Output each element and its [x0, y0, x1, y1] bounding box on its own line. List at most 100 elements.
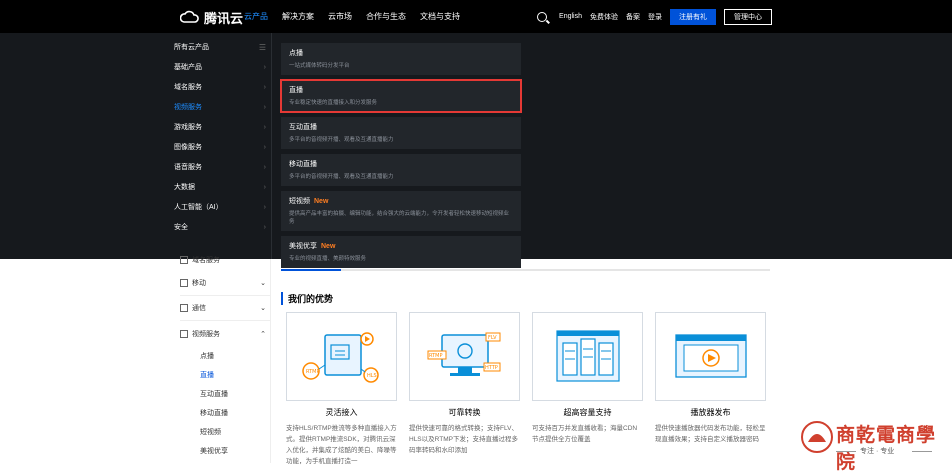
- console-button[interactable]: 管理中心: [724, 8, 772, 25]
- nav-solutions[interactable]: 解决方案: [282, 11, 314, 22]
- feature-illustration: [532, 312, 643, 401]
- sidebar-subitem-vod[interactable]: 点播: [180, 346, 270, 365]
- category-video[interactable]: 视频服务 ›: [174, 97, 270, 117]
- feature-card-player: 播放器发布 提供快速播放器代码发布功能，轻松呈现直播效果；支持自定义播放器密码: [655, 312, 766, 467]
- feature-desc: 支持HLS/RTMP推流等多种直播接入方式。提供RTMP推流SDK，对腾讯云深入…: [286, 425, 397, 465]
- search-icon[interactable]: [537, 11, 548, 22]
- chevron-right-icon: ›: [263, 103, 266, 111]
- svg-text:HLS: HLS: [367, 373, 377, 379]
- category-label: 域名服务: [174, 84, 202, 91]
- sub-product-desc: 多平台的音视频开播、观看及互通直播能力: [289, 137, 394, 143]
- sidebar-label: 视频服务: [192, 330, 220, 338]
- sidebar-subitem-interactive-live[interactable]: 互动直播: [180, 384, 270, 403]
- top-navbar: 腾讯云 云产品 解决方案 云市场 合作与生态 文档与支持 English 免费体…: [0, 0, 952, 33]
- sidebar: 移动 ⌄ 通信 ⌄ 视频服务 ⌃ 点播 直播 互动直播 移动直播 短视频 美视优…: [180, 271, 270, 460]
- sub-product-title: 美视优享: [289, 243, 317, 250]
- feature-desc: 提供快速可靠的格式转换；支持FLV、HLS以及RTMP下发；支持直播过程多码率转…: [409, 425, 518, 454]
- category-ai[interactable]: 人工智能（AI） ›: [174, 197, 270, 217]
- sidebar-subitem-mobile-live[interactable]: 移动直播: [180, 403, 270, 422]
- watermark-subtitle: 专注 · 专业: [860, 448, 895, 455]
- category-label: 大数据: [174, 184, 195, 191]
- free-trial-link[interactable]: 免费体验: [590, 12, 618, 22]
- mobile-icon: [180, 279, 188, 287]
- login-link[interactable]: 登录: [648, 12, 662, 22]
- feature-title: 灵活接入: [325, 408, 358, 417]
- category-game[interactable]: 游戏服务 ›: [174, 117, 270, 137]
- brand-name: 腾讯云: [204, 11, 244, 26]
- chevron-down-icon: ⌄: [260, 305, 266, 312]
- chevron-right-icon: ›: [263, 143, 266, 151]
- sidebar-subitem-beauty[interactable]: 美视优享: [180, 441, 270, 460]
- section-title: 我们的优势: [281, 292, 333, 305]
- sidebar-item-communication[interactable]: 通信 ⌄: [180, 296, 270, 321]
- nav-market[interactable]: 云市场: [328, 11, 352, 22]
- svg-text:RTMP: RTMP: [429, 353, 443, 359]
- tab-bar: [281, 269, 770, 271]
- svg-text:FLV: FLV: [488, 335, 497, 341]
- sub-product-mobile-live[interactable]: 移动直播 多平台的音视频开播、观看及互通直播能力: [281, 154, 521, 186]
- language-link[interactable]: English: [559, 13, 582, 20]
- feature-card-capacity: 超高容量支持 可支持百万并发直播收看；海量CDN节点提供全方位覆盖: [532, 312, 643, 467]
- category-label: 安全: [174, 224, 188, 231]
- sub-product-desc: 一站式媒体转码分发平台: [289, 63, 350, 69]
- sidebar-subitem-live[interactable]: 直播: [180, 365, 270, 384]
- feature-desc: 提供快速播放器代码发布功能，轻松呈现直播效果；支持自定义播放器密码: [655, 425, 766, 443]
- sidebar-item-domain-partial[interactable]: 域名服务: [180, 255, 220, 265]
- register-button[interactable]: 注册有礼: [670, 8, 716, 25]
- sub-product-vod[interactable]: 点播 一站式媒体转码分发平台: [281, 43, 521, 75]
- video-icon: [180, 329, 188, 338]
- grid-icon: ☰: [258, 42, 266, 52]
- divider: [912, 451, 932, 452]
- sub-product-interactive-live[interactable]: 互动直播 多平台的音视频开播、观看及互通直播能力: [281, 117, 521, 149]
- chevron-up-icon: ⌃: [260, 330, 266, 338]
- chevron-down-icon: ⌄: [260, 280, 266, 287]
- category-domain[interactable]: 域名服务 ›: [174, 77, 270, 97]
- category-bigdata[interactable]: 大数据 ›: [174, 177, 270, 197]
- nav-products[interactable]: 云产品: [244, 11, 268, 22]
- divider: [836, 451, 856, 452]
- category-label: 语音服务: [174, 164, 202, 171]
- feature-title: 超高容量支持: [563, 408, 612, 417]
- server-capacity-icon: [555, 329, 620, 382]
- category-label: 人工智能（AI）: [174, 204, 223, 211]
- category-all[interactable]: 所有云产品 ☰: [174, 37, 270, 57]
- domain-icon: [180, 256, 188, 264]
- sub-product-desc: 提供高产品丰富的拍摄、编辑功能，结合强大的云端能力，令开发者轻松快速移动短视频业…: [289, 211, 510, 225]
- sidebar-subitem-short-video[interactable]: 短视频: [180, 422, 270, 441]
- chevron-right-icon: ›: [263, 183, 266, 191]
- category-label: 图像服务: [174, 144, 202, 151]
- category-label: 视频服务: [174, 104, 202, 111]
- chevron-right-icon: ›: [263, 83, 266, 91]
- sub-product-short-video[interactable]: 短视频 New 提供高产品丰富的拍摄、编辑功能，结合强大的云端能力，令开发者轻松快…: [281, 191, 521, 231]
- feature-illustration: RTMP FLV HTTP: [409, 312, 520, 401]
- nav-partners[interactable]: 合作与生态: [366, 11, 406, 22]
- filing-link[interactable]: 备案: [626, 12, 640, 22]
- chevron-right-icon: ›: [263, 163, 266, 171]
- video-player-icon: [674, 333, 747, 378]
- sidebar-label: 域名服务: [192, 257, 220, 264]
- category-label: 基础产品: [174, 64, 202, 71]
- sub-product-title: 直播: [289, 87, 303, 94]
- svg-text:RTMP: RTMP: [306, 369, 320, 375]
- sub-product-title: 移动直播: [289, 161, 317, 168]
- feature-card-flexible: RTMP HLS 灵活接入 支持HLS/RTMP推流等多种直播接入方式。提供RT…: [286, 312, 397, 467]
- feature-illustration: RTMP HLS: [286, 312, 397, 401]
- products-dropdown: 所有云产品 ☰ 基础产品 › 域名服务 › 视频服务 › 游戏服务 › 图像服务 › 语音服…: [0, 33, 952, 268]
- sidebar-item-mobile[interactable]: 移动 ⌄: [180, 271, 270, 296]
- category-voice[interactable]: 语音服务 ›: [174, 157, 270, 177]
- new-badge: New: [321, 242, 336, 250]
- nav-docs[interactable]: 文档与支持: [420, 11, 460, 22]
- category-label: 所有云产品: [174, 44, 209, 51]
- brand-logo[interactable]: 腾讯云: [180, 8, 243, 27]
- sub-product-live[interactable]: 直播 专业稳定快速的直播接入和分发服务: [280, 79, 522, 113]
- watermark: 商乾電商學院 专注 · 专业: [800, 418, 948, 473]
- category-image[interactable]: 图像服务 ›: [174, 137, 270, 157]
- communication-icon: [180, 304, 188, 312]
- cloud-logo-icon: [180, 10, 199, 23]
- feature-title: 播放器发布: [690, 408, 731, 417]
- feature-title: 可靠转换: [448, 408, 481, 417]
- divider: [270, 259, 271, 463]
- category-security[interactable]: 安全 ›: [174, 217, 270, 237]
- category-basic[interactable]: 基础产品 ›: [174, 57, 270, 77]
- sidebar-item-video[interactable]: 视频服务 ⌃: [180, 321, 270, 346]
